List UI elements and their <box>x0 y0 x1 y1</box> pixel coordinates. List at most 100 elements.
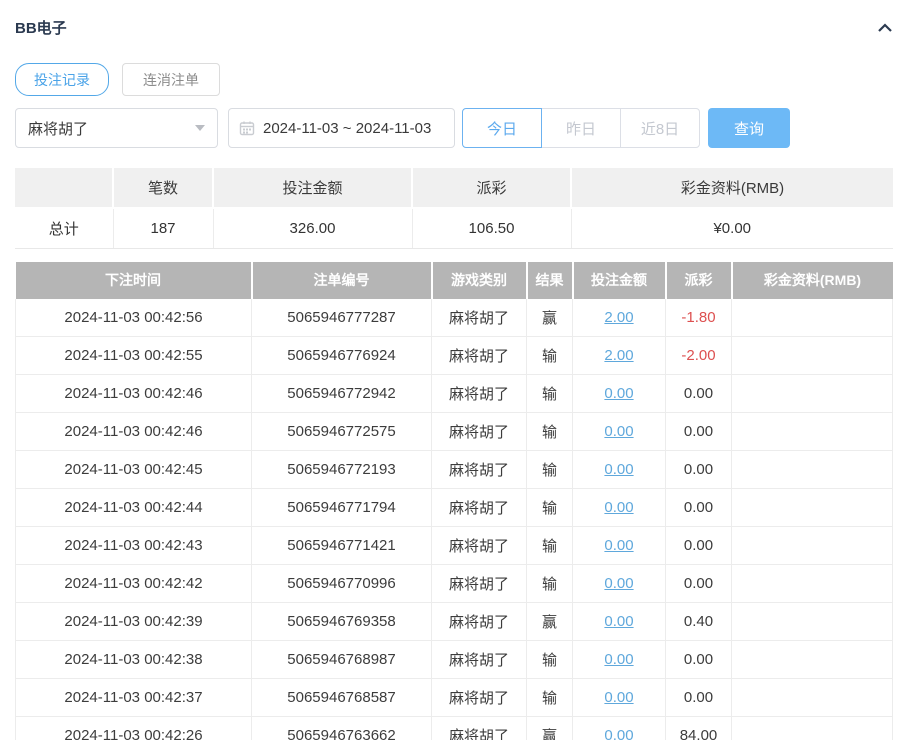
game-select[interactable]: 麻将胡了 <box>15 108 218 148</box>
record-row: 2024-11-03 00:42:455065946772193麻将胡了输 0.0… <box>16 451 893 489</box>
order-id-cell: 5065946763662 <box>252 717 432 740</box>
order-id-cell: 5065946771421 <box>252 527 432 565</box>
order-id-cell: 5065946772942 <box>252 375 432 413</box>
panel-header: BB电子 <box>15 0 894 38</box>
bet-amount-link[interactable]: 0.00 <box>604 385 633 402</box>
bet-amount-cell: 0.00 <box>573 413 666 451</box>
page-title: BB电子 <box>15 17 67 38</box>
payout-cell: 0.00 <box>666 375 732 413</box>
record-row: 2024-11-03 00:42:435065946771421麻将胡了输0.0… <box>16 527 893 565</box>
record-row: 2024-11-03 00:42:395065946769358麻将胡了赢0.0… <box>16 603 893 641</box>
bet-amount-link[interactable]: 0.00 <box>604 613 633 630</box>
record-row: 2024-11-03 00:42:565065946777287麻将胡了赢 2.0… <box>16 299 893 337</box>
game-type-cell: 麻将胡了 <box>432 451 527 489</box>
records-tbody: 2024-11-03 00:42:565065946777287麻将胡了赢2.0… <box>16 299 893 740</box>
result-cell: 输 <box>527 565 573 603</box>
tab-bet-records-label: 投注记录 <box>34 70 90 90</box>
query-button[interactable]: 查询 <box>708 108 790 148</box>
result-cell: 输 <box>527 375 573 413</box>
record-row: 2024-11-03 00:42:425065946770996麻将胡了输0.0… <box>16 565 893 603</box>
bet-amount-link[interactable]: 0.00 <box>604 499 633 516</box>
payout-cell: 0.00 <box>666 565 732 603</box>
order-id-cell: 5065946777287 <box>252 299 432 337</box>
bonus-data-cell <box>732 603 893 641</box>
bet-time-cell: 2024-11-03 00:42:26 <box>16 717 252 740</box>
records-header-order-id: 注单编号 <box>252 262 432 299</box>
bet-time-cell: 2024-11-03 00:42:56 <box>16 299 252 337</box>
summary-header-empty <box>15 168 113 208</box>
game-type-cell: 麻将胡了 <box>432 641 527 679</box>
game-type-cell: 麻将胡了 <box>432 603 527 641</box>
bet-amount-cell: 0.00 <box>573 527 666 565</box>
payout-cell: 0.00 <box>666 641 732 679</box>
result-cell: 赢 <box>527 299 573 337</box>
result-cell: 输 <box>527 451 573 489</box>
bet-amount-link[interactable]: 2.00 <box>604 347 633 364</box>
tab-cancelled-orders-label: 连消注单 <box>143 70 199 90</box>
game-type-cell: 麻将胡了 <box>432 717 527 740</box>
today-button[interactable]: 今日 <box>462 108 542 148</box>
records-header-bet: 投注金额 <box>573 262 666 299</box>
bonus-data-cell <box>732 717 893 740</box>
game-type-cell: 麻将胡了 <box>432 489 527 527</box>
payout-cell: 0.00 <box>666 451 732 489</box>
quick-date-buttons: 今日 昨日 近8日 <box>462 108 700 148</box>
bet-time-cell: 2024-11-03 00:42:44 <box>16 489 252 527</box>
record-row: 2024-11-03 00:42:385065946768987麻将胡了输0.0… <box>16 641 893 679</box>
bet-time-cell: 2024-11-03 00:42:38 <box>16 641 252 679</box>
game-type-cell: 麻将胡了 <box>432 527 527 565</box>
bonus-data-cell <box>732 489 893 527</box>
record-row: 2024-11-03 00:42:465065946772942麻将胡了输0.0… <box>16 375 893 413</box>
result-cell: 输 <box>527 641 573 679</box>
records-header-time: 下注时间 <box>16 262 252 299</box>
collapse-panel-button[interactable] <box>876 21 894 35</box>
date-range-value: 2024-11-03 ~ 2024-11-03 <box>263 120 431 137</box>
bet-amount-link[interactable]: 0.00 <box>604 689 633 706</box>
caret-down-icon <box>195 125 205 131</box>
summary-total-label: 总计 <box>15 208 113 248</box>
records-table: 下注时间 注单编号 游戏类别 结果 投注金额 派彩 彩金资料(RMB) 2024… <box>15 262 893 740</box>
order-id-cell: 5065946772575 <box>252 413 432 451</box>
filter-bar: 麻将胡了 2024-11-03 ~ 2024-11-03 今 <box>15 108 894 148</box>
bet-amount-cell: 0.00 <box>573 489 666 527</box>
result-cell: 赢 <box>527 603 573 641</box>
game-type-cell: 麻将胡了 <box>432 375 527 413</box>
bonus-data-cell <box>732 337 893 375</box>
bet-time-cell: 2024-11-03 00:42:42 <box>16 565 252 603</box>
order-id-cell: 5065946776924 <box>252 337 432 375</box>
bet-amount-link[interactable]: 0.00 <box>604 537 633 554</box>
bet-time-cell: 2024-11-03 00:42:45 <box>16 451 252 489</box>
tab-cancelled-orders[interactable]: 连消注单 <box>122 63 220 96</box>
bonus-data-cell <box>732 413 893 451</box>
summary-total-count: 187 <box>113 208 213 248</box>
bonus-data-cell <box>732 375 893 413</box>
summary-header-bet-amount: 投注金额 <box>213 168 412 208</box>
bet-amount-link[interactable]: 2.00 <box>604 309 633 326</box>
bonus-data-cell <box>732 527 893 565</box>
chevron-up-icon <box>876 22 894 39</box>
game-select-value: 麻将胡了 <box>28 118 88 139</box>
summary-header-bonus: 彩金资料(RMB) <box>571 168 893 208</box>
records-header-bonus: 彩金资料(RMB) <box>732 262 893 299</box>
record-type-tabs: 投注记录 连消注单 <box>15 63 894 96</box>
bet-amount-link[interactable]: 0.00 <box>604 423 633 440</box>
record-row: 2024-11-03 00:42:445065946771794麻将胡了输0.0… <box>16 489 893 527</box>
game-type-cell: 麻将胡了 <box>432 299 527 337</box>
last-8-days-button[interactable]: 近8日 <box>620 108 700 148</box>
game-type-cell: 麻将胡了 <box>432 337 527 375</box>
yesterday-button[interactable]: 昨日 <box>541 108 621 148</box>
bet-amount-link[interactable]: 0.00 <box>604 651 633 668</box>
summary-total-row: 总计 187 326.00 106.50 ¥0.00 <box>15 208 893 248</box>
date-range-picker[interactable]: 2024-11-03 ~ 2024-11-03 <box>228 108 455 148</box>
summary-table: 笔数 投注金额 派彩 彩金资料(RMB) 总计 187 326.00 106.5… <box>15 168 893 249</box>
bet-amount-link[interactable]: 0.00 <box>604 575 633 592</box>
order-id-cell: 5065946772193 <box>252 451 432 489</box>
bet-amount-link[interactable]: 0.00 <box>604 727 633 740</box>
tab-bet-records[interactable]: 投注记录 <box>15 63 109 96</box>
bet-amount-link[interactable]: 0.00 <box>604 461 633 478</box>
result-cell: 输 <box>527 679 573 717</box>
result-cell: 输 <box>527 489 573 527</box>
bet-amount-cell: 0.00 <box>573 717 666 740</box>
bet-amount-cell: 0.00 <box>573 375 666 413</box>
order-id-cell: 5065946769358 <box>252 603 432 641</box>
